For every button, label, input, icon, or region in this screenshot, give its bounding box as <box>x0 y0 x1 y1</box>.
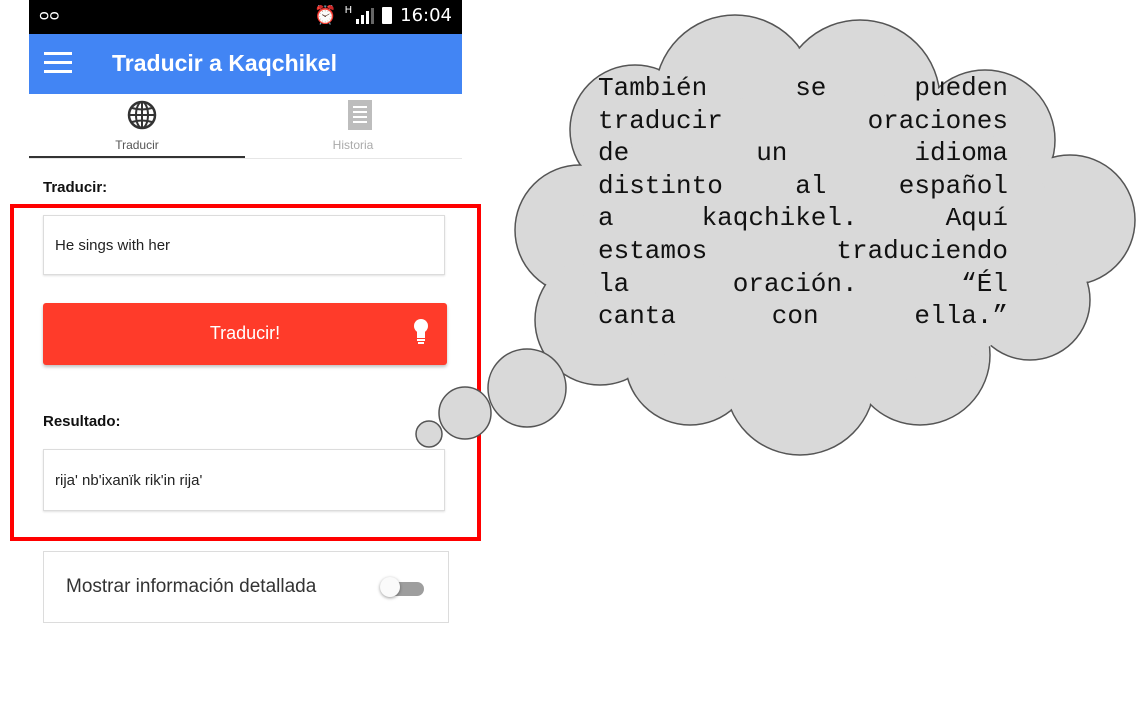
annotation-line: estamos traduciendo <box>598 235 1008 266</box>
annotation-line: traducir oraciones <box>598 105 1008 136</box>
annotation-line: distinto al español <box>598 170 1008 201</box>
annotation-line: de un idioma <box>598 138 1008 169</box>
annotation-line: a kaqchikel. Aquí <box>598 203 1008 234</box>
annotation-line: la oración. “Él <box>598 268 1008 299</box>
annotation-text: También se pueden traducir oraciones de … <box>598 72 1008 333</box>
annotation-line: También se pueden <box>598 73 1008 103</box>
annotation-line: canta con ella.” <box>598 301 1008 332</box>
